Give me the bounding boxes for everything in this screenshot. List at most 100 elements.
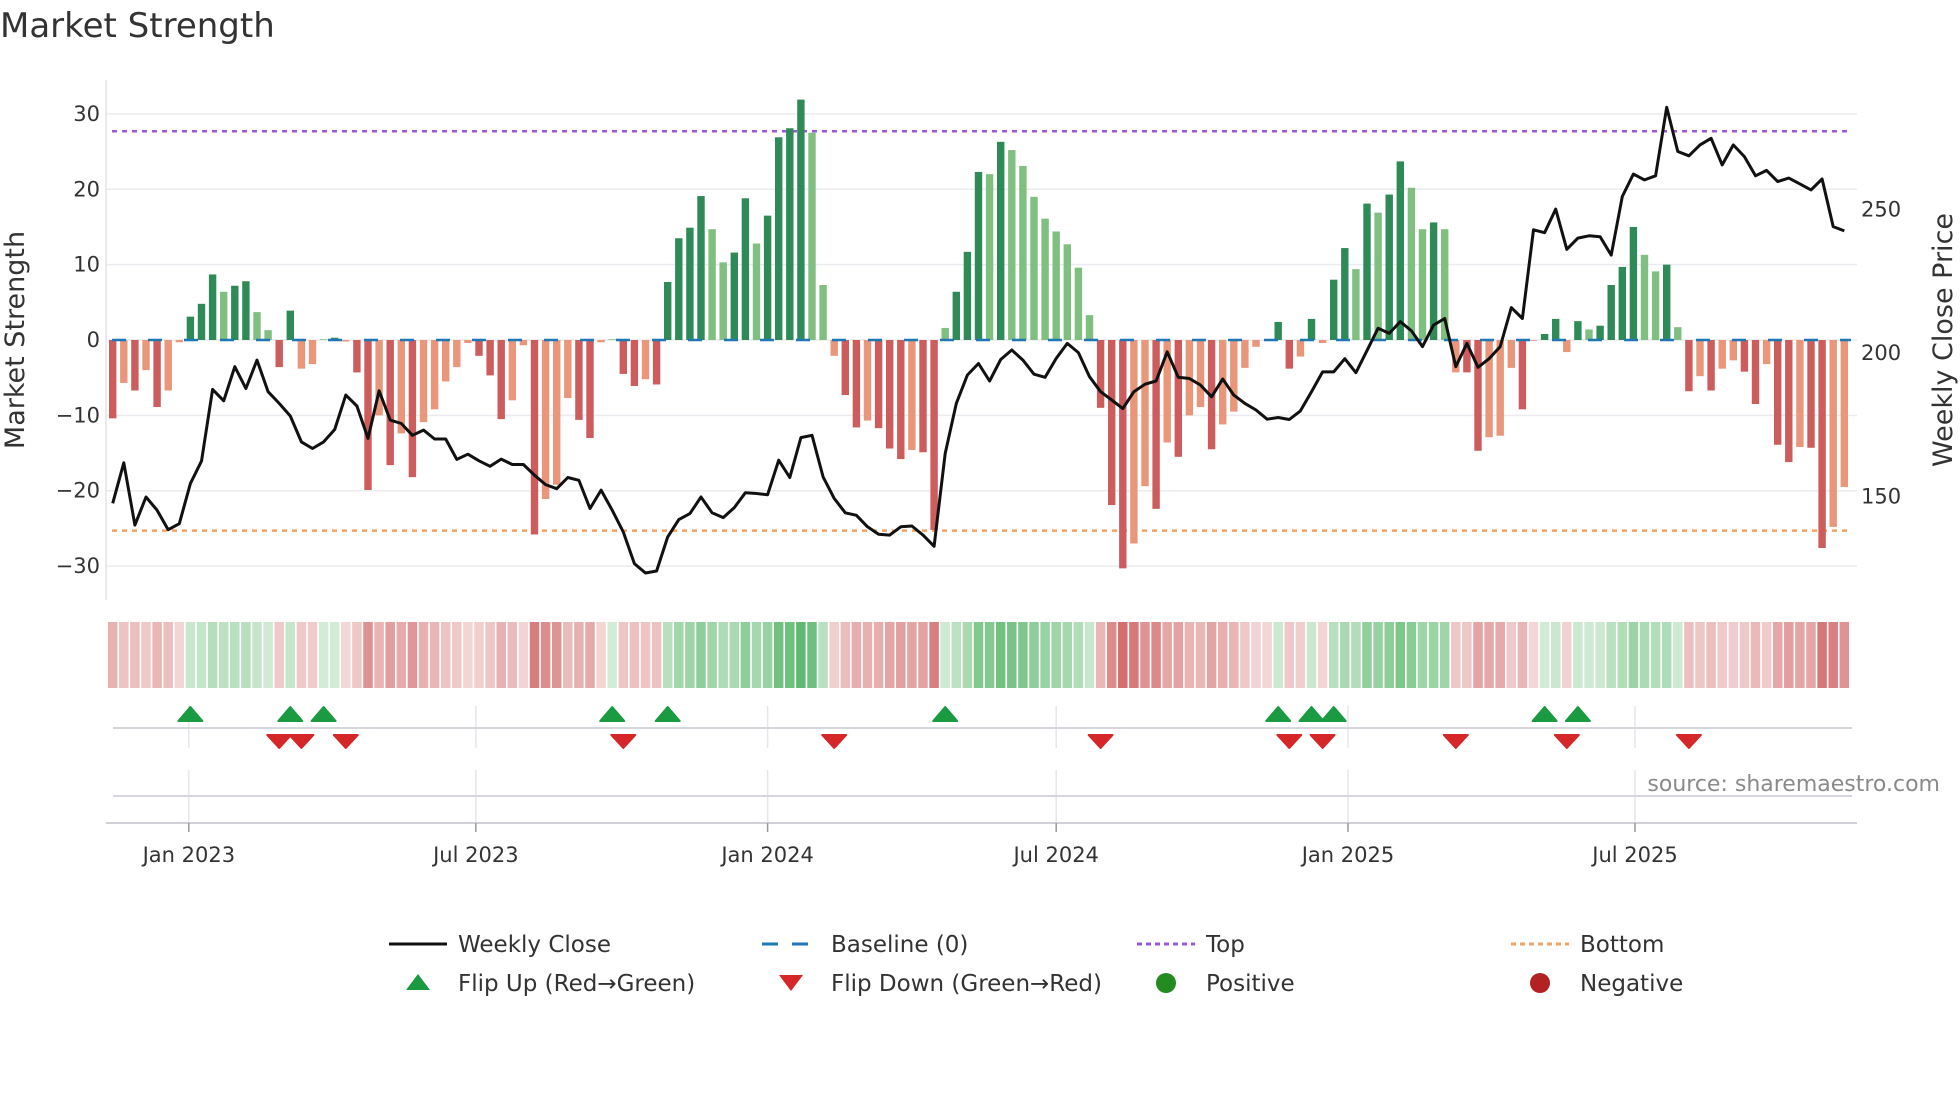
strip-cell [1562,622,1572,688]
negative-bar [131,340,139,391]
strip-cell [1417,622,1428,688]
negative-bar [1785,340,1793,463]
strip-cell [429,622,440,688]
strip-cell [1462,622,1472,688]
y-tick-label: 20 [73,177,100,201]
strip-cell [1306,622,1317,688]
positive-bar [1041,218,1049,340]
strip-cell [285,622,296,688]
positive-bar [1418,229,1427,340]
flip-up-marker [1298,706,1325,722]
strip-cell [1140,622,1150,688]
strip-cell [807,622,817,688]
positive-bar [952,291,960,340]
negative-bar [1318,340,1327,344]
negative-bar [1707,340,1715,391]
strip-cell [984,622,995,688]
negative-bar [508,340,516,401]
positive-bar [1274,321,1282,340]
strip-cell [574,622,584,688]
negative-bar [1518,340,1527,410]
y-tick-label: 10 [73,253,100,277]
negative-bar [297,340,306,369]
negative-bar [1141,340,1149,487]
strip-cell [218,622,229,688]
strip-cell [729,622,740,688]
positive-bar [819,284,827,340]
negative-bar [1152,340,1160,509]
strip-cell [196,622,207,688]
circle-icon [1156,973,1176,993]
flip-up-marker [310,706,337,722]
strip-cell [940,622,950,688]
negative-bar [1474,340,1482,451]
negative-bar [1230,340,1238,412]
strip-cell [152,622,162,688]
negative-bar [641,340,650,380]
strip-cell [818,622,828,688]
strip-cell [1617,622,1628,688]
positive-bar [1640,254,1649,340]
strip-cell [1761,622,1772,688]
negative-bar [1285,340,1293,369]
negative-bar [1762,340,1771,365]
x-tick-label: Jan 2024 [719,843,814,867]
strip-cell [685,622,695,688]
flip-up-marker [277,706,304,722]
negative-bar [908,340,916,451]
strip-cell [119,622,129,688]
strip-cell [1162,622,1172,688]
negative-bar [1807,340,1815,448]
x-tick-label: Jul 2023 [431,843,518,867]
strip-cell [1051,622,1061,688]
positive-bar [697,196,705,340]
negative-bar [442,340,450,382]
strip-cell [274,622,284,688]
flip-down-marker [1087,734,1114,749]
strip-cell [1539,622,1550,688]
strip-cell [1717,622,1727,688]
strip-cell [740,622,751,688]
positive-bar [208,274,217,340]
negative-bar [120,340,128,383]
negative-bar [1196,340,1205,408]
legend-item-negative: Negative [1530,971,1683,997]
strip-cell [1451,622,1461,688]
strip-cell [896,622,906,688]
strip-cell [474,622,484,688]
strip-cell [1062,622,1073,688]
y2-tick-label: 250 [1861,198,1901,222]
strip-cell [1106,622,1117,688]
positive-bar [1674,327,1682,340]
strip-cell [1628,622,1639,688]
strip-cell [751,622,762,688]
negative-bar [364,340,372,490]
strip-cell [374,622,384,688]
positive-bar [1052,231,1060,340]
negative-bar [1174,340,1182,457]
negative-bar [1563,340,1571,353]
positive-bar [963,251,972,340]
negative-bar [530,340,539,535]
positive-bar [1074,267,1083,340]
positive-bar [808,132,816,340]
strip-cell [773,622,784,688]
strip-cell [1328,622,1339,688]
strip-cell [1351,622,1361,688]
strip-cell [607,622,617,688]
strip-cell [585,622,595,688]
positive-bar [231,285,239,340]
strip-cell [1195,622,1206,688]
negative-bar [852,340,861,428]
strip-cell [596,622,606,688]
negative-bar [652,340,661,385]
y2-axis-title: Weekly Close Price [1928,213,1959,467]
negative-bar [353,340,361,373]
strip-cell [1439,622,1450,688]
strip-cell [1395,622,1406,688]
flip-up-marker [932,706,959,722]
strip-cell [1340,622,1350,688]
negative-bar [408,340,417,478]
strip-cell [396,622,407,688]
strip-cell [263,622,273,688]
